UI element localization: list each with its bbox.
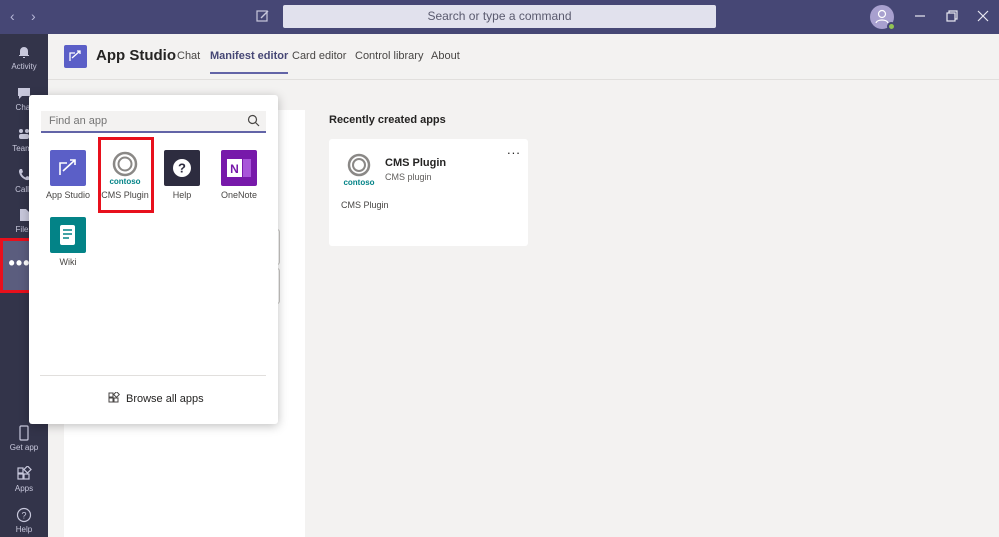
browse-all-apps-label: Browse all apps [126,393,204,405]
rail-label: Apps [14,484,34,493]
app-tile-label: Help [172,190,192,200]
tab-chat[interactable]: Chat [177,50,200,62]
app-card[interactable]: contoso CMS Plugin CMS plugin CMS Plugin… [329,139,528,246]
bell-icon [19,47,29,58]
app-card-name: CMS Plugin [385,157,447,169]
svg-text:contoso: contoso [343,178,374,187]
tab-manifest-editor[interactable]: Manifest editor [210,50,289,74]
rail-item-help[interactable]: ? Help [0,501,48,537]
question-icon: ? [164,150,200,186]
app-tile-app-studio[interactable]: App Studio [41,150,95,212]
command-search-input[interactable]: Search or type a command [283,5,716,28]
app-tile-label: OneNote [220,190,258,200]
close-icon[interactable] [975,8,991,24]
app-tile-help[interactable]: ? Help [155,150,209,212]
rail-label: Get app [9,443,39,452]
apps-icon [108,390,121,403]
device-icon [19,425,29,441]
app-card-subtitle: CMS plugin [385,172,432,182]
cms-plugin-highlight [98,137,154,213]
tab-card-editor[interactable]: Card editor [292,50,346,62]
find-app-field[interactable] [41,111,266,133]
svg-text:?: ? [178,161,186,176]
title-bar: ‹ › Search or type a command [0,0,999,34]
minimize-icon[interactable] [912,8,928,24]
app-studio-icon [50,150,86,186]
rail-item-get-app[interactable]: Get app [0,419,48,463]
svg-text:?: ? [21,511,26,521]
browse-all-apps-link[interactable]: Browse all apps [108,390,204,405]
find-app-input[interactable] [41,111,241,131]
app-title: App Studio [96,47,176,64]
wiki-icon [50,217,86,253]
tab-control-library[interactable]: Control library [355,50,423,62]
rail-item-apps[interactable]: Apps [0,460,48,504]
contoso-logo-icon: contoso [343,153,375,187]
app-tile-label: App Studio [45,190,91,200]
app-header: App Studio Chat Manifest editor Card edi… [48,34,999,80]
flyout-divider [40,375,266,376]
app-tile-label: Wiki [59,257,77,267]
onenote-icon: N [221,150,257,186]
presence-available-icon [887,22,896,31]
compose-icon[interactable] [255,8,271,24]
restore-icon[interactable] [944,8,960,24]
app-tile-wiki[interactable]: Wiki [41,217,95,279]
help-icon: ? [16,507,32,523]
rail-label: Activity [11,62,37,71]
app-card-description: CMS Plugin [341,200,389,210]
recent-apps-heading: Recently created apps [329,114,446,126]
app-studio-icon [64,45,87,68]
back-icon[interactable]: ‹ [10,9,15,23]
apps-icon [17,466,32,480]
app-tile-onenote[interactable]: N OneNote [212,150,266,212]
search-icon[interactable] [247,114,260,127]
tab-about[interactable]: About [431,50,460,62]
more-options-icon[interactable]: ... [507,142,521,157]
forward-icon[interactable]: › [31,9,36,23]
svg-text:N: N [230,162,239,176]
rail-item-activity[interactable]: Activity [0,38,48,82]
rail-label: Help [15,525,33,534]
avatar[interactable] [870,5,896,31]
